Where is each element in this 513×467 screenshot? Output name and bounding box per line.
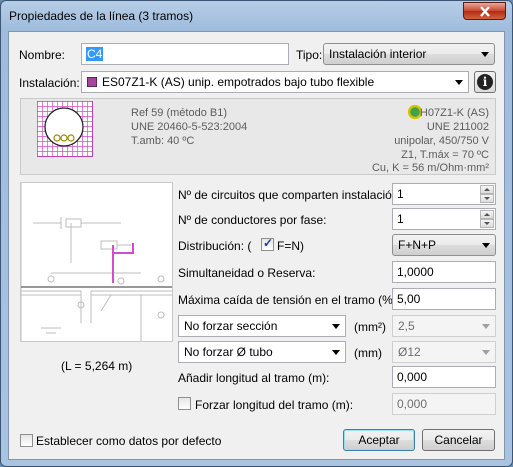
distribucion-value: F+N+P xyxy=(398,238,437,252)
instalacion-label: Instalación: xyxy=(19,76,80,90)
instalacion-select[interactable]: ES07Z1-K (AS) unip. empotrados bajo tubo… xyxy=(81,71,469,93)
tubo-value: Ø12 xyxy=(398,345,421,359)
caida-input[interactable]: 5,00 xyxy=(392,288,496,310)
length-label: (L = 5,264 m) xyxy=(61,359,133,373)
seccion-select-value: No forzar sección xyxy=(184,319,278,333)
title-bar: Propiedades de la línea (3 tramos) xyxy=(1,1,512,31)
circuitos-label: Nº de circuitos que comparten instalació… xyxy=(178,188,402,202)
circuitos-value: 1 xyxy=(397,187,404,201)
seccion-value: 2,5 xyxy=(398,319,415,333)
default-label: Establecer como datos por defecto xyxy=(36,434,222,448)
spin-up-icon[interactable] xyxy=(480,185,494,194)
circuitos-spinner[interactable]: 1 xyxy=(392,183,496,205)
tubo-value-select[interactable]: Ø12 xyxy=(392,341,496,363)
spin-up-icon[interactable] xyxy=(480,210,494,219)
caida-value: 5,00 xyxy=(397,292,421,306)
tipo-select[interactable]: Instalación interior xyxy=(323,43,495,65)
floorplan-drawing xyxy=(20,183,172,341)
chevron-down-icon xyxy=(455,80,463,85)
forzar-input[interactable]: 0,000 xyxy=(392,393,496,415)
conductores-spinner[interactable]: 1 xyxy=(392,208,496,230)
dialog-window: Propiedades de la línea (3 tramos) Nombr… xyxy=(0,0,513,467)
spin-down-icon[interactable] xyxy=(480,194,494,203)
info-icon: i xyxy=(477,74,493,90)
conduit-section-icon xyxy=(37,101,93,157)
nombre-input[interactable]: C4 xyxy=(81,43,289,65)
cu-text: Cu, K = 56 m/Ohm·mm² xyxy=(371,162,489,174)
cancel-button[interactable]: Cancelar xyxy=(422,429,495,451)
cable-info-panel: Ref 59 (método B1) UNE 20460-5-523:2004 … xyxy=(20,98,496,175)
forzar-value: 0,000 xyxy=(397,397,428,411)
close-button[interactable] xyxy=(463,2,506,20)
distribucion-select[interactable]: F+N+P xyxy=(392,234,496,256)
accept-button[interactable]: Aceptar xyxy=(343,429,415,451)
chevron-down-icon xyxy=(332,324,340,329)
conductores-label: Nº de conductores por fase: xyxy=(178,213,327,227)
dialog-body: Nombre: C4 Tipo: Instalación interior In… xyxy=(8,31,505,460)
chevron-down-icon xyxy=(482,243,490,248)
simultaneidad-label: Simultaneidad o Reserva: xyxy=(178,266,316,280)
close-icon xyxy=(479,5,490,17)
cable-type-icon xyxy=(87,77,97,87)
default-checkbox[interactable] xyxy=(20,434,33,447)
tubo-select[interactable]: No forzar Ø tubo xyxy=(178,341,346,363)
caida-label: Máxima caída de tensión en el tramo (%): xyxy=(178,293,401,307)
chevron-down-icon xyxy=(482,350,490,355)
simultaneidad-value: 1,0000 xyxy=(397,265,434,279)
fn-label: F=N) xyxy=(277,239,304,253)
distribucion-label: Distribución: ( xyxy=(178,239,252,253)
chevron-down-icon xyxy=(482,324,490,329)
tamb-text: T.amb: 40 ºC xyxy=(131,135,195,147)
cable-text: H07Z1-K (AS) xyxy=(419,107,489,119)
forzar-checkbox[interactable] xyxy=(178,397,191,410)
simultaneidad-input[interactable]: 1,0000 xyxy=(392,261,496,283)
anadir-label: Añadir longitud al tramo (m): xyxy=(178,371,330,385)
anadir-input[interactable]: 0,000 xyxy=(392,366,496,388)
window-title: Propiedades de la línea (3 tramos) xyxy=(9,9,194,23)
instalacion-value: ES07Z1-K (AS) unip. empotrados bajo tubo… xyxy=(102,75,375,89)
nombre-value: C4 xyxy=(86,47,104,61)
seccion-value-select[interactable]: 2,5 xyxy=(392,315,496,337)
fn-checkbox[interactable] xyxy=(261,236,274,251)
z1-text: Z1, T.máx = 70 ºC xyxy=(401,149,489,161)
ref-text: Ref 59 (método B1) xyxy=(131,107,227,119)
tipo-value: Instalación interior xyxy=(329,47,427,61)
tubo-select-value: No forzar Ø tubo xyxy=(184,345,273,359)
floorplan-diagram xyxy=(20,182,173,342)
une-right-text: UNE 211002 xyxy=(426,121,489,133)
info-button[interactable]: i xyxy=(474,71,496,93)
forzar-label: Forzar longitud del tramo (m): xyxy=(195,398,354,412)
chevron-down-icon xyxy=(332,350,340,355)
type-text: unipolar, 450/750 V xyxy=(394,135,489,147)
spin-down-icon[interactable] xyxy=(480,219,494,228)
tubo-unit: (mm) xyxy=(354,346,382,360)
seccion-select[interactable]: No forzar sección xyxy=(178,315,346,337)
une-left-text: UNE 20460-5-523:2004 xyxy=(131,121,248,133)
conductores-value: 1 xyxy=(397,212,404,226)
nombre-label: Nombre: xyxy=(19,48,66,62)
tipo-label: Tipo: xyxy=(296,48,323,62)
seccion-unit: (mm²) xyxy=(354,320,386,334)
chevron-down-icon xyxy=(481,52,489,57)
anadir-value: 0,000 xyxy=(397,370,428,384)
